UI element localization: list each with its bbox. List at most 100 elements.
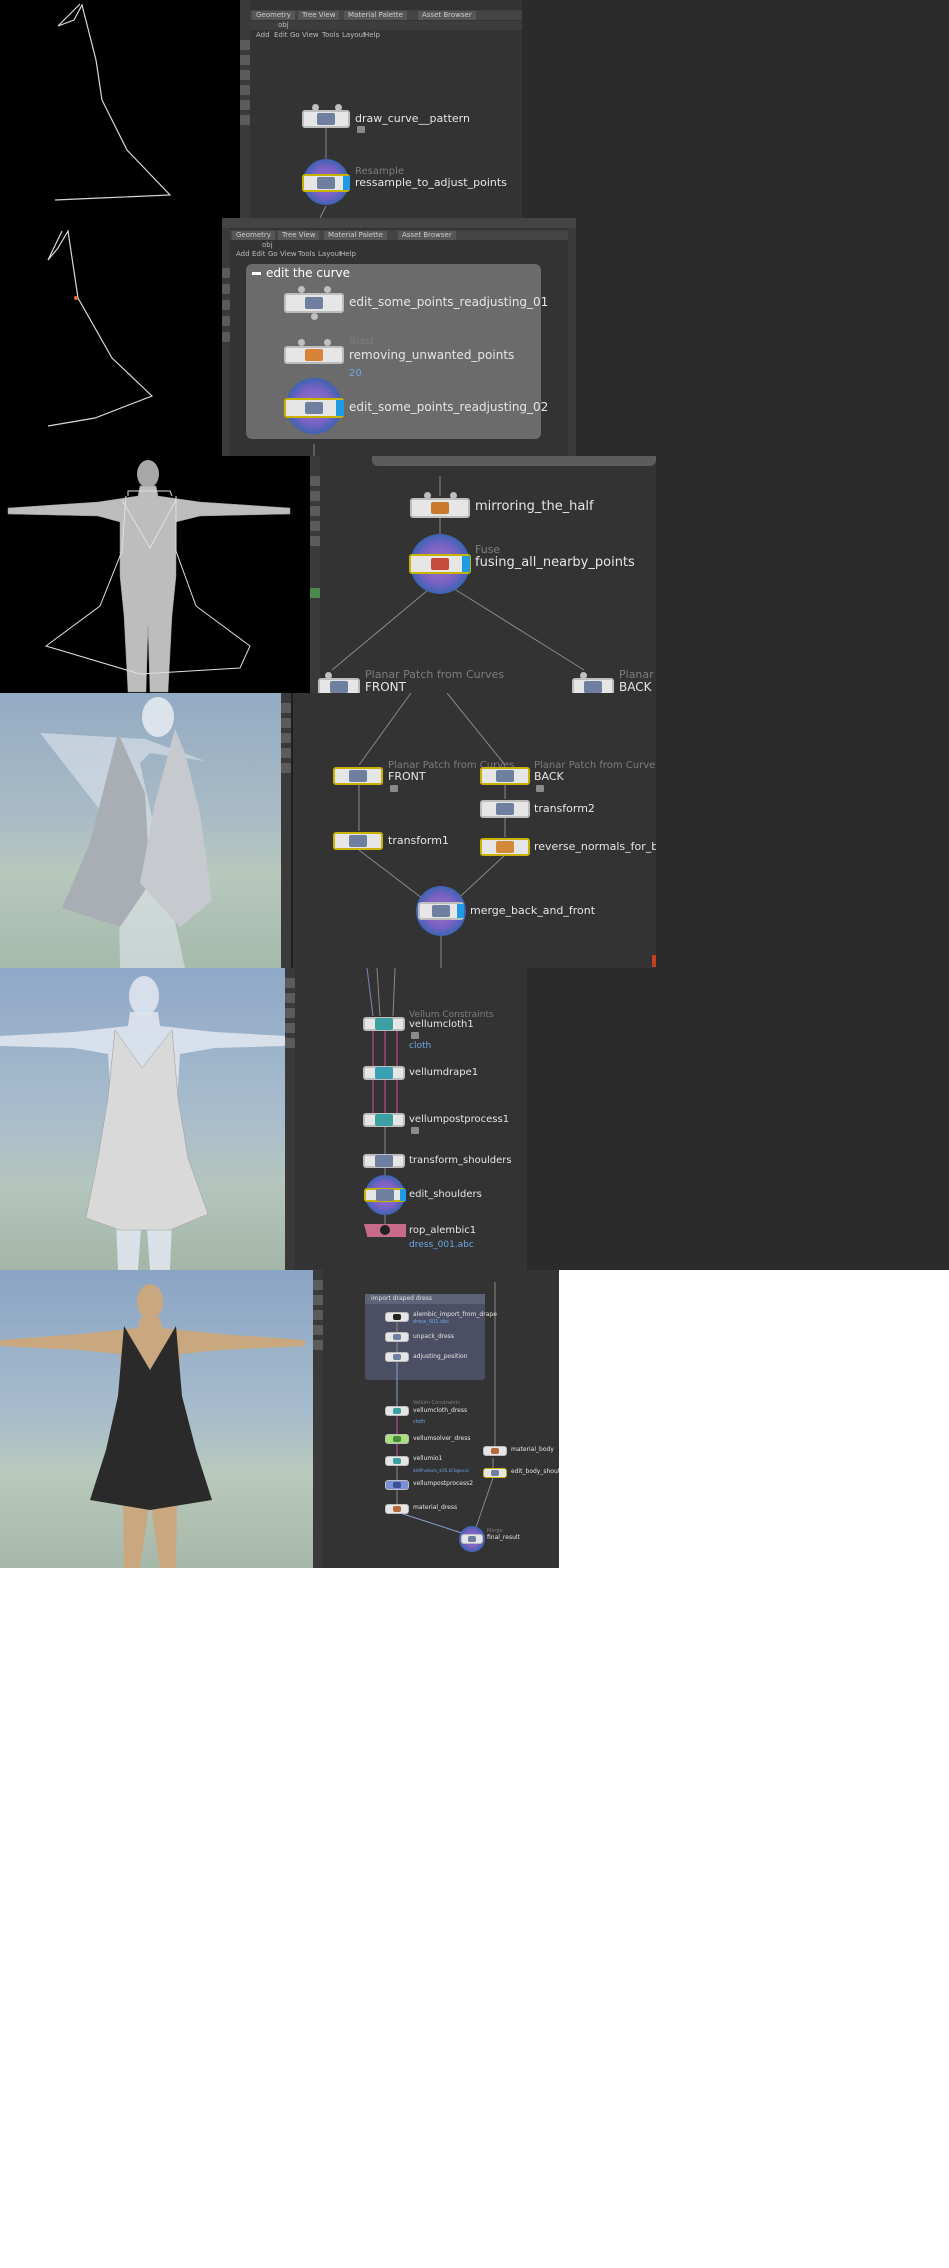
display-flag[interactable]	[462, 556, 470, 572]
network-panel-6[interactable]: import draped dress alembic_import_from_…	[313, 1270, 559, 1568]
viewport-panel-4[interactable]	[0, 693, 281, 968]
node-label: merge_back_and_front	[470, 904, 596, 917]
node-sub-value: $HIP/vellum_$OS.$F.bgeo.sc	[413, 1468, 470, 1473]
viewport-panel-5[interactable]	[0, 968, 285, 1270]
lock-icon[interactable]	[390, 785, 398, 792]
viewport-panel-3[interactable]	[0, 456, 310, 693]
vellum-post-icon	[393, 1482, 401, 1488]
transform-icon	[375, 1155, 393, 1167]
planar-patch-icon	[330, 681, 348, 693]
node-label: transform1	[388, 834, 449, 847]
wire-layer-3	[331, 476, 585, 671]
fuse-icon	[431, 558, 449, 570]
vellum-cloth-icon	[393, 1408, 401, 1414]
node-vellumdrape[interactable]	[363, 1066, 405, 1080]
lock-icon[interactable]	[411, 1127, 419, 1134]
transform-icon	[393, 1354, 401, 1360]
merge-icon	[432, 905, 450, 917]
node-vellumio[interactable]	[385, 1456, 409, 1466]
network-panel-3[interactable]: mirroring_the_half Fuse fusing_all_nearb…	[310, 456, 656, 693]
node-planar-back[interactable]	[572, 678, 614, 693]
node-label: BACK	[619, 680, 652, 693]
gap-1	[522, 0, 949, 218]
display-flag[interactable]	[457, 904, 464, 918]
transform-icon	[349, 835, 367, 847]
node-transform2[interactable]	[480, 800, 530, 818]
lock-icon[interactable]	[411, 1032, 419, 1039]
node-label: material_dress	[413, 1504, 458, 1511]
node-label: adjusting_position	[413, 1353, 468, 1360]
merge-icon	[468, 1536, 476, 1542]
node-mirror[interactable]	[410, 498, 470, 518]
network-panel-4[interactable]: Planar Patch from Curves FRONT Planar Pa…	[281, 693, 656, 968]
node-sub-value: cloth	[409, 1041, 432, 1051]
node-alembic-import[interactable]	[385, 1312, 409, 1322]
node-label: vellumio1	[413, 1455, 443, 1462]
node-unpack-dress[interactable]	[385, 1332, 409, 1342]
viewport-panel-6[interactable]	[0, 1270, 313, 1568]
network-panel-2[interactable]: Geometry Tree View Material Palette Asse…	[222, 218, 576, 456]
lock-icon[interactable]	[357, 126, 365, 133]
vellum-post-icon	[375, 1114, 393, 1126]
node-label: vellumcloth1	[409, 1019, 474, 1030]
planar-patch-icon	[584, 681, 602, 693]
wire-layer-2	[313, 444, 315, 456]
rop-icon	[380, 1225, 390, 1235]
node-vellumpostprocess2[interactable]	[385, 1480, 409, 1490]
node-label: fusing_all_nearby_points	[475, 555, 635, 570]
node-label: vellumpostprocess2	[413, 1480, 474, 1487]
node-edit-body-shoulders[interactable]	[483, 1468, 507, 1478]
node-planar-front[interactable]	[333, 767, 383, 785]
node-material-dress[interactable]	[385, 1504, 409, 1514]
node-label: draw_curve__pattern	[355, 112, 470, 125]
node-sub-value: dress_001.abc	[409, 1240, 474, 1250]
node-vellumcloth-dress[interactable]	[385, 1406, 409, 1416]
node-adjusting-position[interactable]	[385, 1352, 409, 1362]
bottom-filler	[0, 1568, 949, 2268]
node-label: reverse_normals_for_back	[534, 840, 656, 853]
lock-icon[interactable]	[536, 785, 544, 792]
viewport-panel-2[interactable]	[0, 218, 222, 456]
draw-curve-icon	[317, 113, 335, 125]
display-flag[interactable]	[400, 1189, 406, 1201]
transform-icon	[496, 803, 514, 815]
network-panel-1[interactable]: Geometry Tree View Material Palette Asse…	[240, 0, 522, 218]
node-planar-front[interactable]	[318, 678, 360, 693]
node-label: FRONT	[388, 770, 426, 783]
resample-icon	[317, 177, 335, 189]
node-label: material_body	[511, 1446, 554, 1453]
node-vellumpostprocess[interactable]	[363, 1113, 405, 1127]
node-label: FRONT	[365, 680, 406, 693]
vellum-solver-icon	[393, 1436, 401, 1442]
network-panel-5[interactable]: Vellum Constraints vellumcloth1 cloth ve…	[285, 968, 527, 1270]
material-icon	[491, 1448, 499, 1454]
node-final-result[interactable]	[461, 1534, 483, 1544]
node-label: vellumpostprocess1	[409, 1114, 510, 1125]
viewport-panel-1[interactable]	[0, 0, 240, 218]
vellum-io-icon	[393, 1458, 401, 1464]
node-vellumsolver-dress[interactable]	[385, 1434, 409, 1444]
display-flag[interactable]	[343, 176, 350, 190]
node-transform-shoulders[interactable]	[363, 1154, 405, 1168]
node-vellumcloth[interactable]	[363, 1017, 405, 1031]
body-with-curves	[7, 460, 291, 693]
planar-patch-icon	[496, 770, 514, 782]
node-draw-curve-pattern[interactable]	[302, 110, 350, 128]
node-label: vellumdrape1	[409, 1067, 479, 1078]
node-material-body[interactable]	[483, 1446, 507, 1456]
gap-2	[576, 218, 949, 456]
reverse-icon	[496, 841, 514, 853]
node-label: transform2	[534, 802, 595, 815]
warning-marker	[652, 955, 656, 967]
node-transform1[interactable]	[333, 832, 383, 850]
node-sub-value: dress_001.abc	[413, 1319, 450, 1325]
white-margin	[559, 1270, 949, 1568]
node-reverse-normals[interactable]	[480, 838, 530, 856]
node-sub-value: cloth	[413, 1419, 426, 1425]
node-planar-back[interactable]	[480, 767, 530, 785]
node-label: ressample_to_adjust_points	[355, 176, 507, 189]
mirror-icon	[431, 502, 449, 514]
node-label: transform_shoulders	[409, 1155, 512, 1166]
node-label: rop_alembic1	[409, 1225, 477, 1236]
wire-layer-4	[358, 693, 506, 968]
